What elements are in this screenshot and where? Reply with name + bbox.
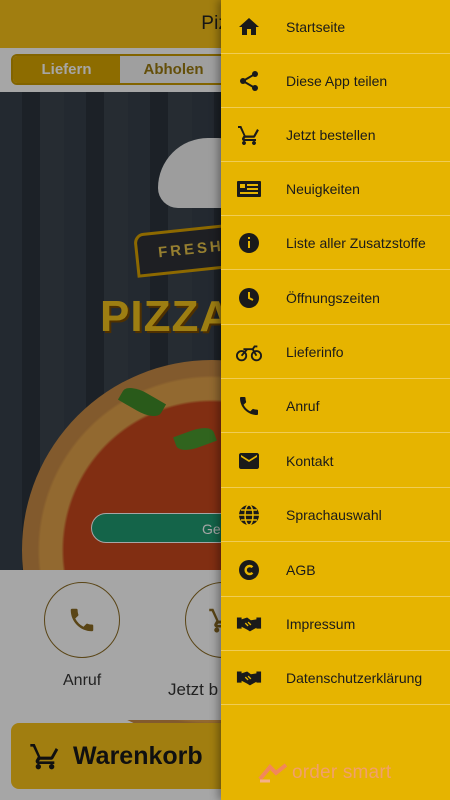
phone-icon xyxy=(236,393,262,419)
menu-item-language[interactable]: Sprachauswahl xyxy=(221,488,450,542)
menu-item-additives[interactable]: Liste aller Zusatzstoffe xyxy=(221,216,450,270)
cart-icon xyxy=(236,122,262,148)
menu-label: Startseite xyxy=(286,18,346,35)
copyright-icon xyxy=(236,557,262,583)
menu-item-imprint[interactable]: Impressum xyxy=(221,597,450,651)
menu-item-share[interactable]: Diese App teilen xyxy=(221,54,450,108)
menu-label: Kontakt xyxy=(286,452,334,469)
menu-label: Lieferinfo xyxy=(286,343,344,360)
menu-item-order-now[interactable]: Jetzt bestellen xyxy=(221,108,450,162)
handshake-icon xyxy=(236,611,262,637)
menu-label: Anruf xyxy=(286,397,320,414)
menu-label: Liste aller Zusatzstoffe xyxy=(286,234,426,251)
handshake-icon xyxy=(236,665,262,691)
globe-icon xyxy=(236,502,262,528)
news-icon xyxy=(236,176,262,202)
brand-name: order smart xyxy=(292,762,392,783)
menu-item-call[interactable]: Anruf xyxy=(221,379,450,433)
motorcycle-icon xyxy=(236,339,262,365)
navigation-drawer: Startseite Diese App teilen Jetzt bestel… xyxy=(221,0,450,800)
menu-item-delivery-info[interactable]: Lieferinfo xyxy=(221,325,450,379)
menu-label: Impressum xyxy=(286,615,356,632)
menu-item-terms[interactable]: AGB xyxy=(221,543,450,597)
menu-label: Jetzt bestellen xyxy=(286,126,376,143)
menu-label: Sprachauswahl xyxy=(286,506,382,523)
menu-item-privacy[interactable]: Datenschutzerklärung xyxy=(221,651,450,705)
info-icon xyxy=(236,230,262,256)
share-icon xyxy=(236,68,262,94)
clock-icon xyxy=(236,285,262,311)
menu-label: AGB xyxy=(286,561,316,578)
menu-label: Diese App teilen xyxy=(286,72,388,89)
mail-icon xyxy=(236,448,262,474)
menu-label: Öffnungszeiten xyxy=(286,289,380,306)
home-icon xyxy=(236,14,262,40)
menu-label: Datenschutzerklärung xyxy=(286,669,423,686)
menu-item-startseite[interactable]: Startseite xyxy=(221,0,450,54)
brand-footer: order smart xyxy=(258,762,391,784)
order-smart-logo-icon xyxy=(258,763,288,783)
menu-item-opening-hours[interactable]: Öffnungszeiten xyxy=(221,271,450,325)
menu-item-news[interactable]: Neuigkeiten xyxy=(221,162,450,216)
menu-label: Neuigkeiten xyxy=(286,180,360,197)
menu-item-contact[interactable]: Kontakt xyxy=(221,434,450,488)
